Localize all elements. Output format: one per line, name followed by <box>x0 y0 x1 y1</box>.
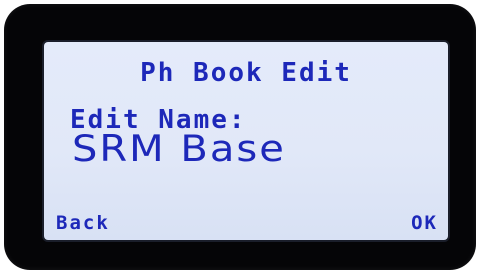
name-input[interactable]: SRM Base <box>72 128 286 170</box>
device-bezel: Ph Book Edit Edit Name: SRM Base Back OK <box>4 4 476 270</box>
screen-title: Ph Book Edit <box>140 58 352 88</box>
back-softkey[interactable]: Back <box>56 212 110 234</box>
lcd-screen: Ph Book Edit Edit Name: SRM Base Back OK <box>44 42 448 240</box>
ok-softkey[interactable]: OK <box>411 212 438 234</box>
